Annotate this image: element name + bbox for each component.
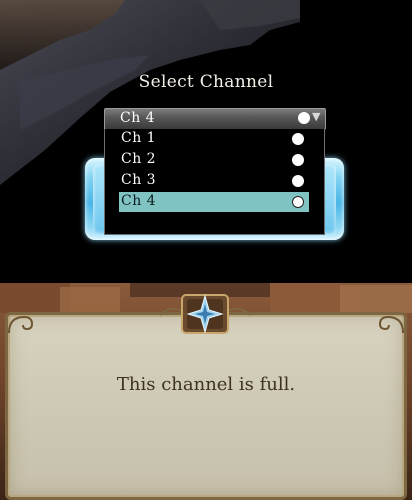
channel-option-label: Ch 1 xyxy=(121,130,157,146)
compass-star-icon xyxy=(160,294,250,334)
channel-option-3[interactable]: Ch 3 xyxy=(119,171,309,191)
channel-option-4[interactable]: Ch 4 xyxy=(119,192,309,212)
status-dot-icon xyxy=(292,154,304,166)
status-dot-icon xyxy=(298,112,310,124)
ornament-corner-icon xyxy=(378,315,404,334)
channel-option-2[interactable]: Ch 2 xyxy=(119,150,309,170)
message-dialog xyxy=(5,312,407,500)
status-message: This channel is full. xyxy=(116,374,296,395)
ornament-corner-icon xyxy=(8,315,34,334)
page-title: Select Channel xyxy=(138,72,274,92)
channel-select[interactable]: Ch 4 ▼ xyxy=(104,108,326,130)
channel-select-value: Ch 4 xyxy=(120,110,156,126)
channel-dropdown-list: Ch 1 Ch 2 Ch 3 Ch 4 xyxy=(104,129,325,235)
status-dot-icon xyxy=(292,196,304,208)
status-dot-icon xyxy=(292,175,304,187)
channel-option-label: Ch 4 xyxy=(121,193,157,209)
chevron-down-icon[interactable]: ▼ xyxy=(312,110,320,123)
bottom-screen: This channel is full. xyxy=(0,283,412,500)
top-screen: Select Channel Ch 4 ▼ Ch 1 Ch 2 Ch 3 Ch … xyxy=(0,0,412,283)
status-dot-icon xyxy=(292,133,304,145)
channel-option-label: Ch 2 xyxy=(121,151,157,167)
channel-option-label: Ch 3 xyxy=(121,172,157,188)
channel-option-1[interactable]: Ch 1 xyxy=(119,129,309,149)
